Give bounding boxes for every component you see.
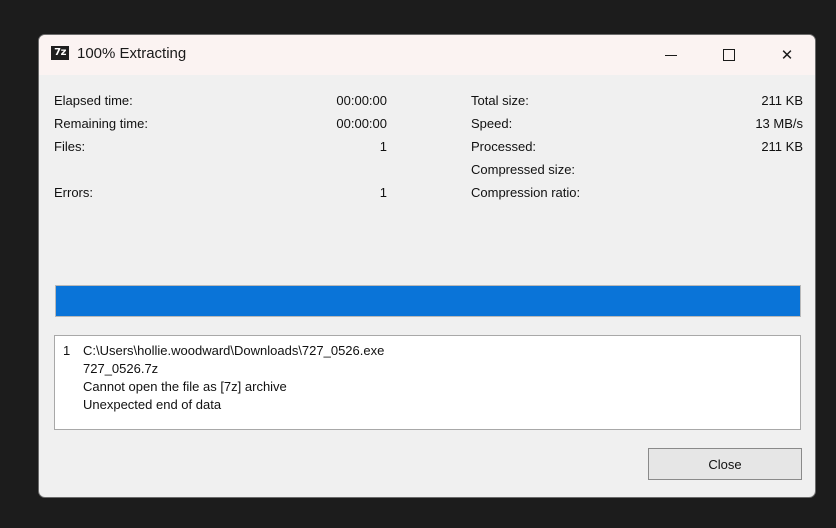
close-button[interactable]: Close xyxy=(648,448,802,480)
speed-value: 13 MB/s xyxy=(755,116,803,131)
minimize-icon xyxy=(665,54,677,56)
extract-dialog: 7z 100% Extracting ✕ Elapsed time: 00:00… xyxy=(38,34,816,498)
close-icon: ✕ xyxy=(780,46,794,64)
message-log[interactable]: 1 C:\Users\hollie.woodward\Downloads\727… xyxy=(54,335,801,430)
log-entry-detail: Unexpected end of data xyxy=(83,397,222,412)
7zip-app-icon: 7z xyxy=(51,46,69,60)
compression-ratio-label: Compression ratio: xyxy=(471,185,581,200)
maximize-button[interactable] xyxy=(701,35,757,75)
elapsed-time-label: Elapsed time: xyxy=(54,93,133,108)
log-entry-path: C:\Users\hollie.woodward\Downloads\727_0… xyxy=(83,343,385,358)
window-title: 100% Extracting xyxy=(77,45,187,62)
remaining-time-label: Remaining time: xyxy=(54,116,148,131)
total-size-label: Total size: xyxy=(471,93,529,108)
files-value: 1 xyxy=(379,139,387,154)
files-label: Files: xyxy=(54,139,86,154)
remaining-time-value: 00:00:00 xyxy=(336,116,387,131)
errors-label: Errors: xyxy=(54,185,93,200)
total-size-value: 211 KB xyxy=(761,93,803,108)
errors-value: 1 xyxy=(379,185,387,200)
title-bar[interactable]: 7z 100% Extracting ✕ xyxy=(39,35,815,75)
processed-label: Processed: xyxy=(471,139,537,154)
minimize-button[interactable] xyxy=(643,35,699,75)
progress-bar-fill xyxy=(56,286,800,316)
window-close-button[interactable]: ✕ xyxy=(759,35,815,75)
processed-value: 211 KB xyxy=(761,139,803,154)
log-entry-index: 1 xyxy=(63,343,71,358)
progress-bar xyxy=(55,285,801,317)
maximize-icon xyxy=(723,49,735,61)
log-entry-error: Cannot open the file as [7z] archive xyxy=(83,379,287,394)
compressed-size-label: Compressed size: xyxy=(471,162,576,177)
elapsed-time-value: 00:00:00 xyxy=(336,93,387,108)
speed-label: Speed: xyxy=(471,116,513,131)
log-entry-archive-name: 727_0526.7z xyxy=(83,361,159,376)
